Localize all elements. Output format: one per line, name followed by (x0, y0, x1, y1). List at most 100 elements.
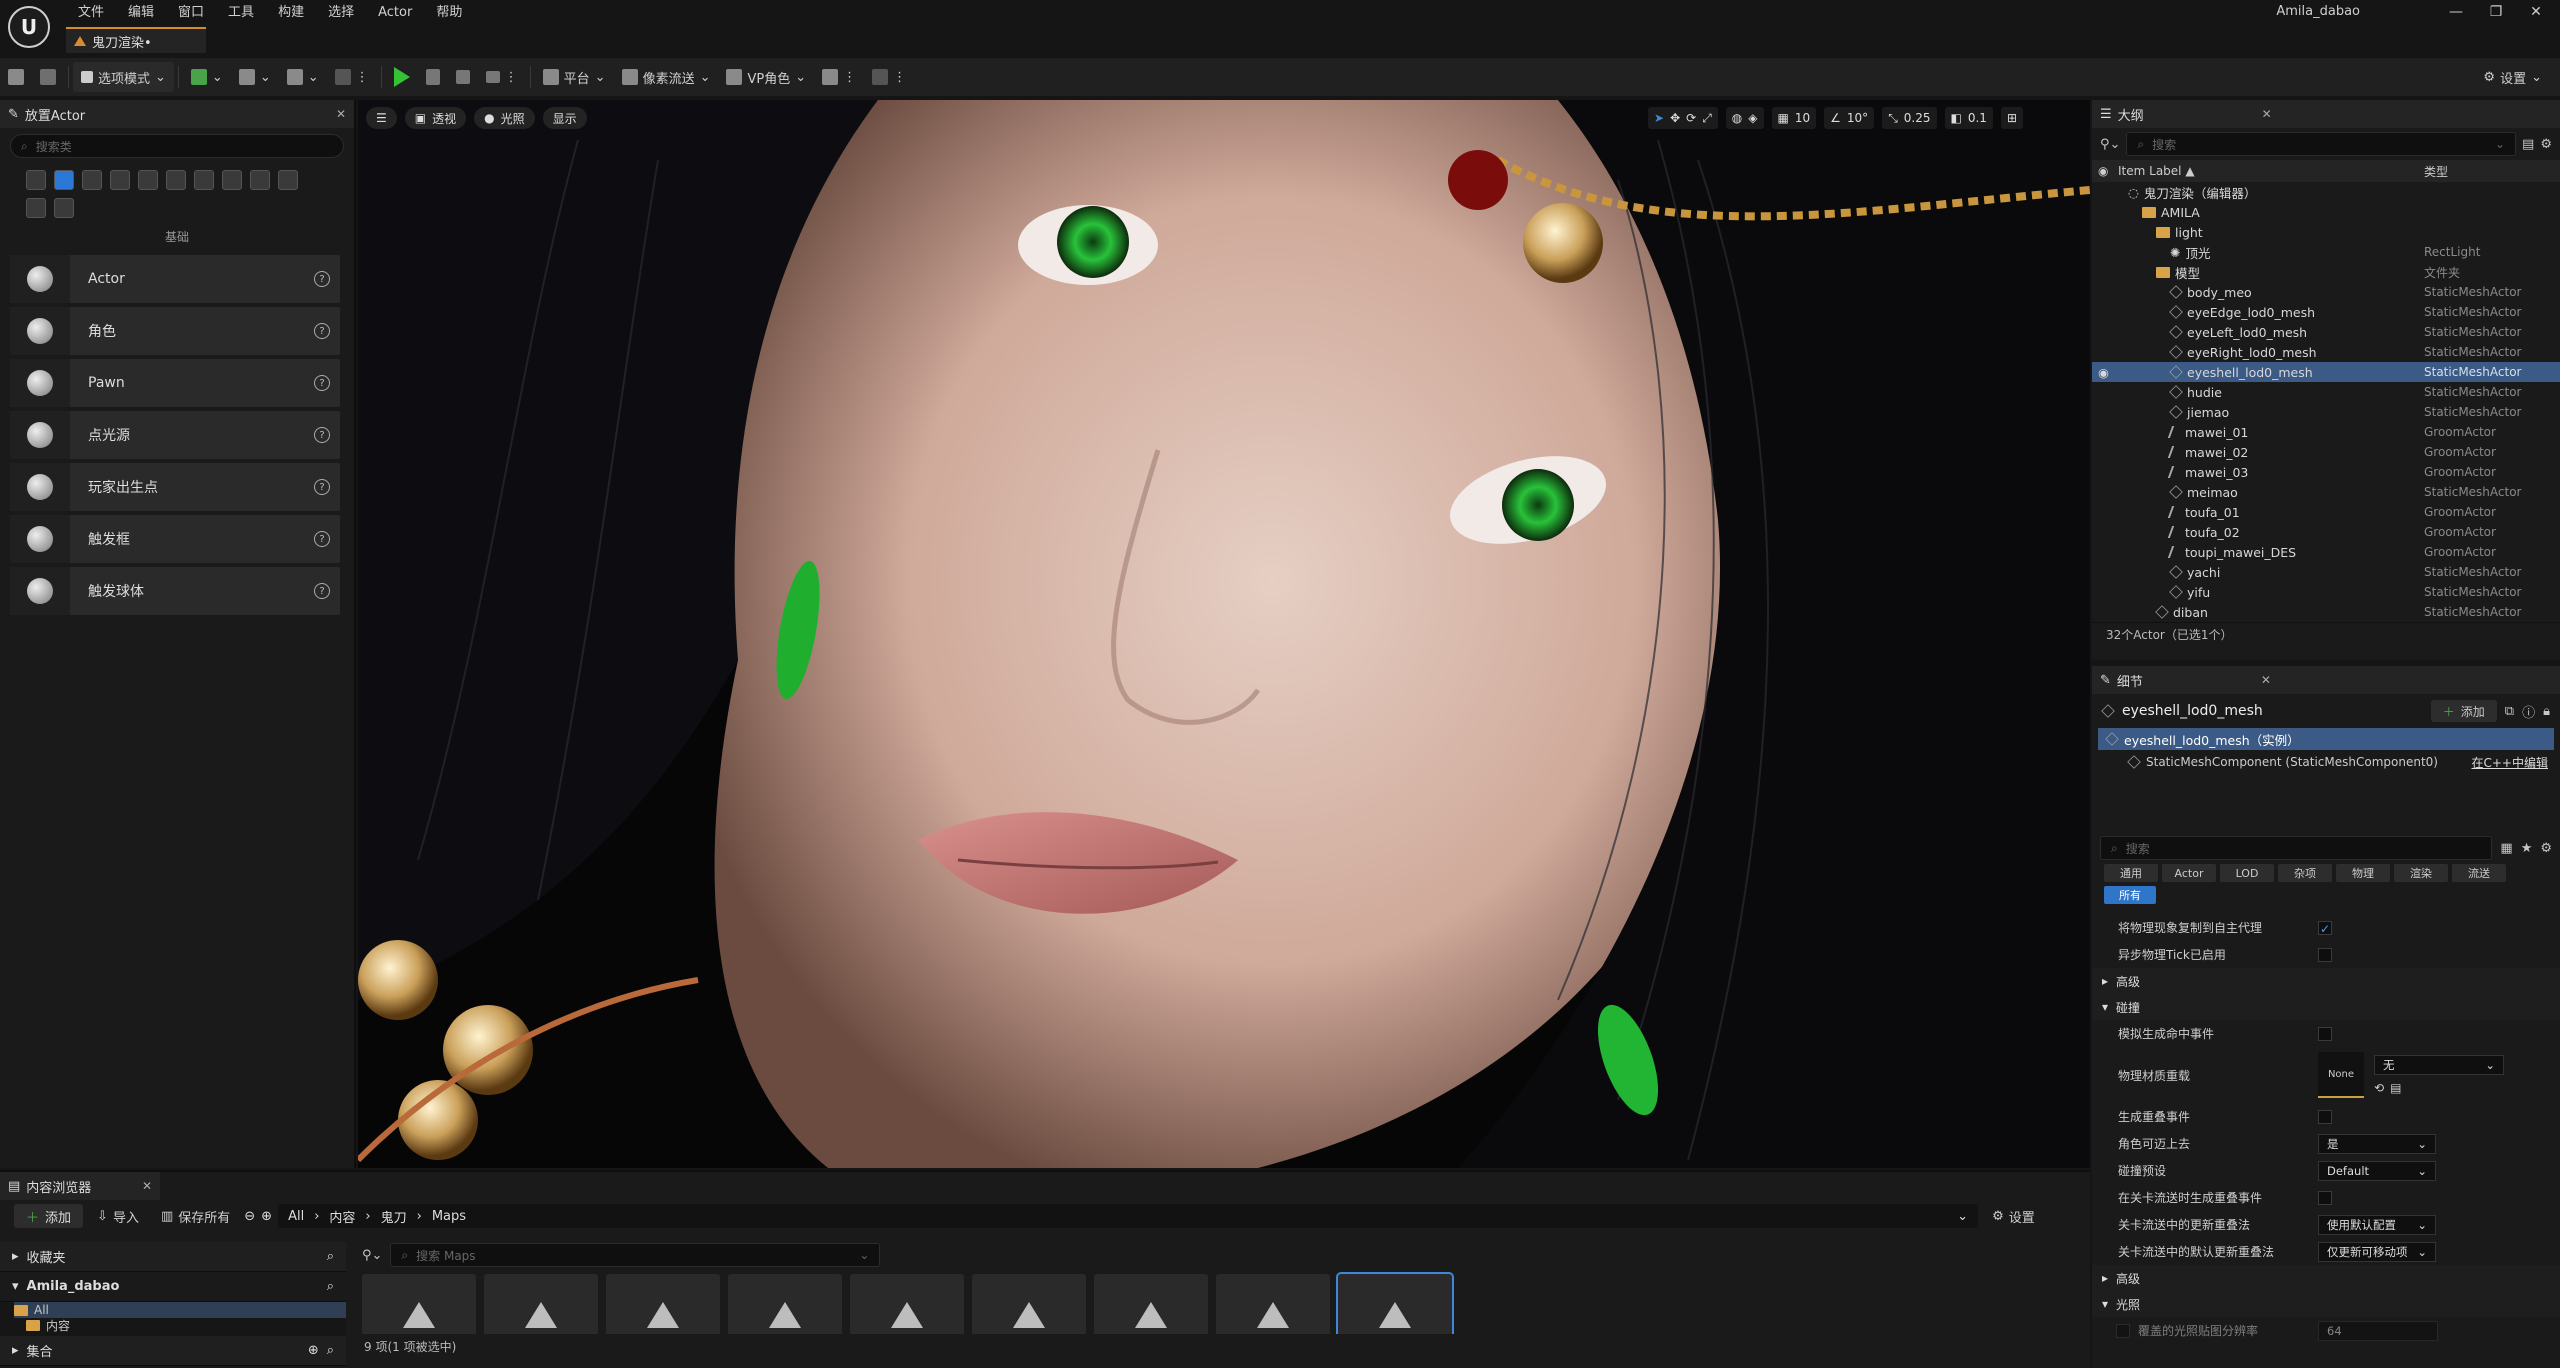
filter-button-1[interactable]: Actor (2162, 864, 2216, 882)
details-tab[interactable]: ✎ 细节 ✕ (2092, 666, 2560, 694)
outliner-row[interactable]: mawei_02 GroomActor (2092, 442, 2560, 462)
outliner-row[interactable]: ◌ 鬼刀渲染（编辑器） (2092, 182, 2560, 202)
menu-item-2[interactable]: 窗口 (166, 2, 216, 24)
outliner-row[interactable]: light (2092, 222, 2560, 242)
menu-item-0[interactable]: 文件 (66, 2, 116, 24)
outliner-row[interactable]: hudie StaticMeshActor (2092, 382, 2560, 402)
outliner-row[interactable]: eyeLeft_lod0_mesh StaticMeshActor (2092, 322, 2560, 342)
outliner-search-input[interactable]: ⌕ 搜索 ⌄ (2126, 132, 2517, 156)
edit-cpp-link[interactable]: 在C++中编辑 (2472, 754, 2549, 771)
close-window-button[interactable]: ✕ (2516, 0, 2556, 24)
asset-tile[interactable] (1094, 1274, 1208, 1334)
outliner-row[interactable]: body_meo StaticMeshActor (2092, 282, 2560, 302)
help-icon[interactable]: ? (314, 427, 330, 443)
component-row[interactable]: StaticMeshComponent (StaticMeshComponent… (2092, 750, 2560, 774)
help-icon[interactable]: ? (314, 531, 330, 547)
breadcrumb-item[interactable]: All (288, 1209, 304, 1224)
help-icon[interactable]: ? (314, 375, 330, 391)
star-icon[interactable]: ★ (2521, 841, 2533, 856)
rotate-icon[interactable]: ⟳ (1686, 111, 1696, 125)
maximize-button[interactable]: ❐ (2476, 0, 2516, 24)
property-dropdown[interactable]: 仅更新可移动项 ⌄ (2318, 1241, 2436, 1262)
outliner-row[interactable]: toufa_02 GroomActor (2092, 522, 2560, 542)
table-view-icon[interactable]: ▦ (2500, 841, 2512, 856)
history-forward-icon[interactable]: ⊕ (261, 1209, 272, 1224)
extra-icon-b[interactable] (26, 198, 46, 218)
browse-icon[interactable]: ▤ (2390, 1081, 2401, 1095)
filter-button-4[interactable]: 物理 (2336, 864, 2390, 882)
property-dropdown[interactable]: 是 ⌄ (2318, 1133, 2436, 1154)
lit-button[interactable]: ● 光照 (474, 107, 535, 129)
coord-system-button[interactable]: ◍ ◈ (1725, 107, 1764, 129)
play-button[interactable] (386, 62, 418, 92)
asset-tile[interactable] (972, 1274, 1086, 1334)
add-collection-icon[interactable]: ⊕ (308, 1343, 319, 1358)
outliner-row[interactable]: mawei_03 GroomActor (2092, 462, 2560, 482)
outliner-row[interactable]: jiemao StaticMeshActor (2092, 402, 2560, 422)
outliner-row[interactable]: diban StaticMeshActor (2092, 602, 2560, 622)
lights-icon[interactable] (82, 170, 102, 190)
property-dropdown[interactable]: 使用默认配置 ⌄ (2318, 1214, 2436, 1235)
property-dropdown[interactable]: Default ⌄ (2318, 1160, 2436, 1181)
actor-item-2[interactable]: Pawn? (10, 359, 340, 407)
actor-item-5[interactable]: 触发框? (10, 515, 340, 563)
shapes-icon[interactable] (110, 170, 130, 190)
filter-button-5[interactable]: 渲染 (2394, 864, 2448, 882)
menu-item-5[interactable]: 选择 (316, 2, 366, 24)
select-arrow-icon[interactable]: ➤ (1654, 111, 1664, 125)
property-checkbox[interactable] (2318, 1190, 2332, 1205)
outliner-row[interactable]: 模型 文件夹 (2092, 262, 2560, 282)
material-thumbnail[interactable]: None (2318, 1052, 2364, 1098)
outliner-row[interactable]: eyeRight_lod0_mesh StaticMeshActor (2092, 342, 2560, 362)
instance-row[interactable]: eyeshell_lod0_mesh（实例） (2098, 728, 2554, 750)
place-actor-tab[interactable]: ✎ 放置Actor ✕ (0, 100, 354, 128)
browse-icon[interactable] (32, 62, 64, 92)
modeling-button[interactable]: ⋮ (327, 62, 377, 92)
transform-tools[interactable]: ➤ ✥ ⟳ ⤢ (1648, 107, 1718, 129)
help-icon[interactable]: ? (314, 323, 330, 339)
search-icon[interactable]: ⌕ (327, 1343, 334, 1358)
outliner-row[interactable]: yifu StaticMeshActor (2092, 582, 2560, 602)
filter-icon[interactable]: ⚲⌄ (362, 1248, 382, 1263)
blueprint-icon[interactable]: ⧉ (2505, 704, 2514, 719)
actor-item-4[interactable]: 玩家出生点? (10, 463, 340, 511)
pixel-streaming-button[interactable]: 像素流送 ⌄ (614, 62, 719, 92)
section-advanced-2[interactable]: ▸ 高级 (2092, 1265, 2560, 1291)
content-add-button[interactable]: ＋ 添加 (14, 1204, 84, 1228)
save-icon[interactable] (0, 62, 32, 92)
asset-tile[interactable] (484, 1274, 598, 1334)
class-search-input[interactable]: ⌕ 搜索类 (10, 134, 344, 158)
section-advanced[interactable]: ▸ 高级 (2092, 968, 2560, 994)
eject-button[interactable]: ⋮ (478, 62, 526, 92)
chevron-down-icon[interactable]: ⌄ (1957, 1209, 1968, 1224)
menu-item-3[interactable]: 工具 (216, 2, 266, 24)
filter-button-6[interactable]: 流送 (2452, 864, 2506, 882)
extra-icon-c[interactable] (54, 198, 74, 218)
recent-icon[interactable] (26, 170, 46, 190)
platforms-button[interactable]: 平台 ⌄ (535, 62, 614, 92)
help-icon[interactable]: ? (314, 583, 330, 599)
outliner-row[interactable]: mawei_01 GroomActor (2092, 422, 2560, 442)
mode-selector[interactable]: 选项模式 ⌄ (73, 62, 174, 92)
actor-item-1[interactable]: 角色? (10, 307, 340, 355)
menu-item-1[interactable]: 编辑 (116, 2, 166, 24)
history-back-icon[interactable]: ⊖ (244, 1209, 255, 1224)
outliner-tab[interactable]: ☰ 大纲 ✕ (2092, 100, 2560, 128)
move-icon[interactable]: ✥ (1670, 111, 1680, 125)
outliner-row[interactable]: yachi StaticMeshActor (2092, 562, 2560, 582)
actor-item-3[interactable]: 点光源? (10, 411, 340, 459)
favorites-section[interactable]: ▸ 收藏夹 ⌕ (0, 1242, 346, 1272)
collections-section[interactable]: ▸ 集合 ⊕ ⌕ (0, 1336, 346, 1366)
actor-item-0[interactable]: Actor? (10, 255, 340, 303)
close-icon[interactable]: ✕ (336, 107, 346, 121)
blueprint-button[interactable]: ⌄ (231, 62, 279, 92)
filter-button-2[interactable]: LOD (2220, 864, 2274, 882)
outliner-row[interactable]: AMILA (2092, 202, 2560, 222)
level-viewport[interactable]: ☰ ▣ 透视 ● 光照 显示 ➤ ✥ ⟳ ⤢ ◍ ◈ ▦ 10 ∠ 10° ⤡ 0.25 ◧… (358, 100, 2090, 1168)
property-checkbox[interactable] (2318, 920, 2332, 935)
camera-speed-button[interactable]: ◧ 0.1 (1944, 107, 1993, 129)
lightmap-override-checkbox[interactable] (2116, 1323, 2130, 1338)
layout-button[interactable]: ⊞ (2000, 107, 2024, 129)
visual-effects-icon[interactable] (166, 170, 186, 190)
use-selected-icon[interactable]: ⟲ (2374, 1081, 2384, 1095)
